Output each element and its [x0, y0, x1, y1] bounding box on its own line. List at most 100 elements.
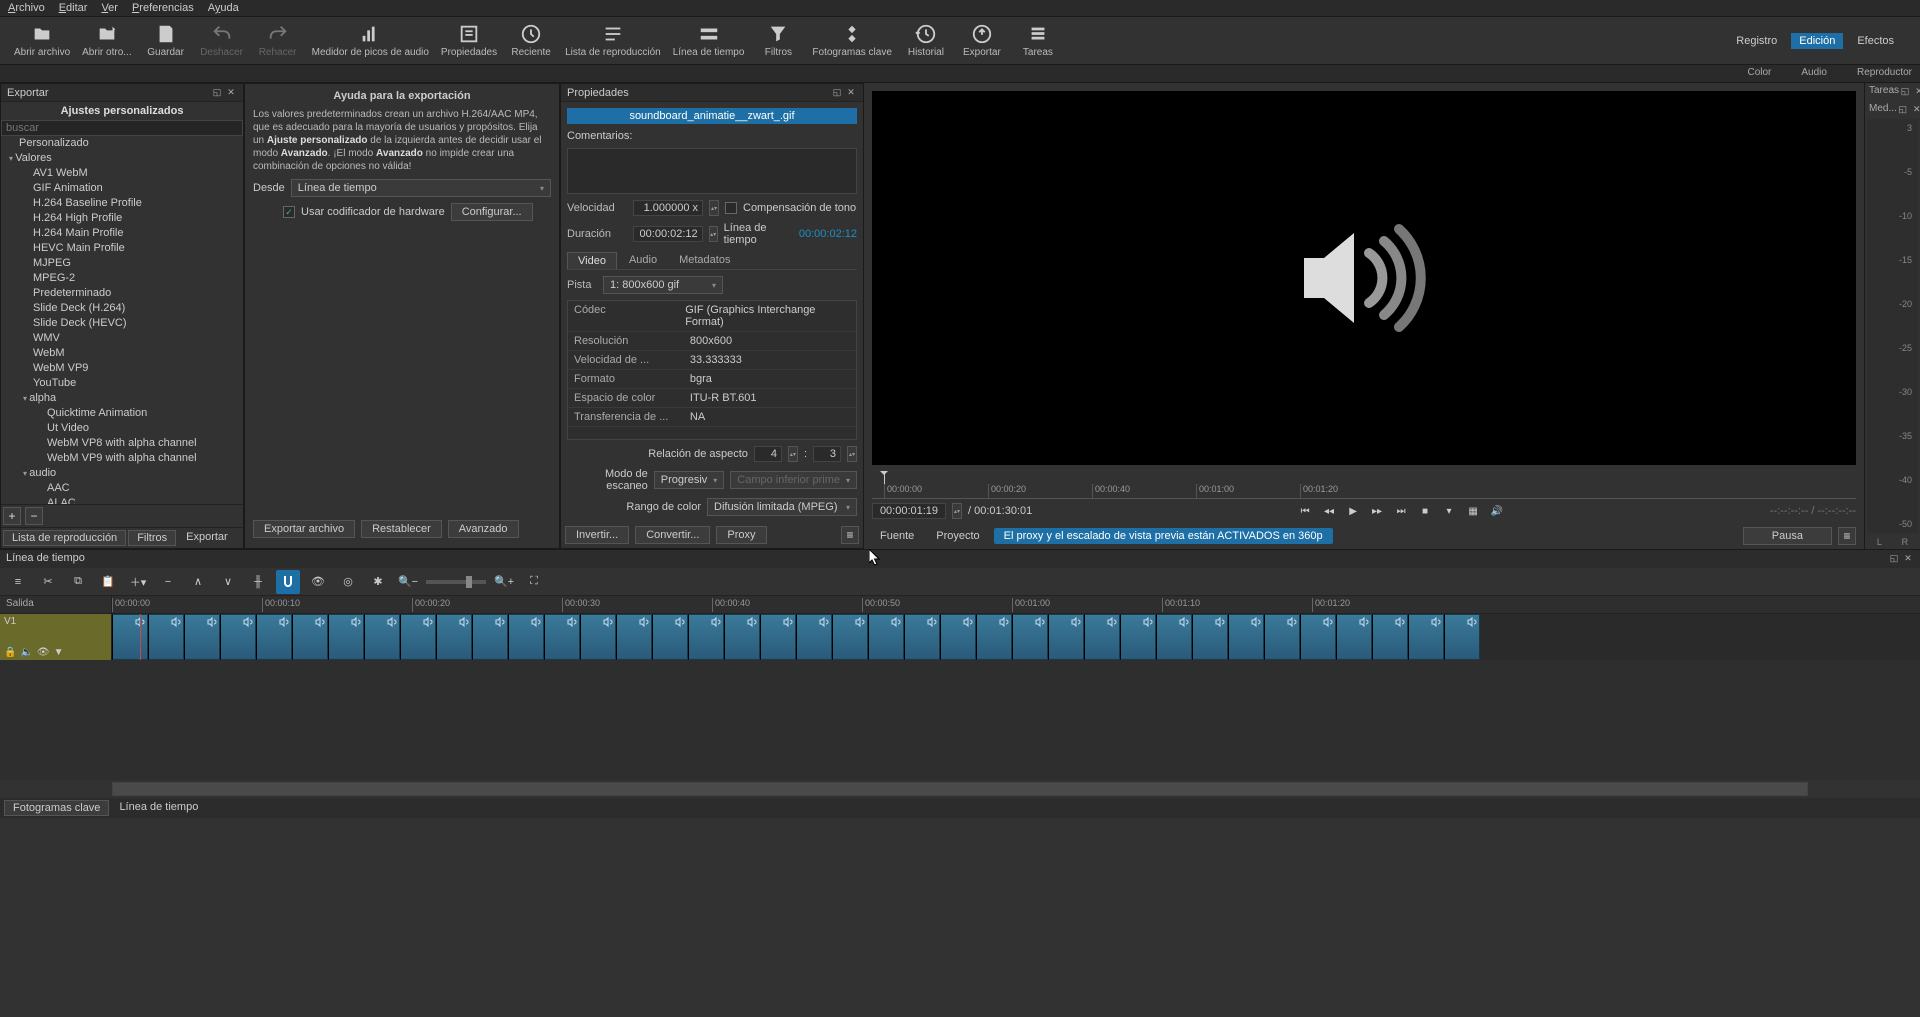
track-clips[interactable] — [112, 614, 1920, 660]
zoom-slider[interactable] — [426, 580, 486, 584]
preset-item[interactable]: HEVC Main Profile — [5, 241, 243, 256]
undock-icon[interactable]: ◱ — [1888, 552, 1900, 564]
redo-button[interactable]: Rehacer — [250, 21, 306, 60]
preset-item[interactable]: MJPEG — [5, 256, 243, 271]
clip[interactable] — [832, 614, 868, 660]
clip[interactable] — [1264, 614, 1300, 660]
scrub-button[interactable]: 👁 — [306, 570, 330, 594]
video-preview[interactable] — [872, 91, 1856, 465]
copy-button[interactable]: ⧉ — [66, 570, 90, 594]
hw-encoder-checkbox[interactable]: ✓ — [283, 206, 295, 218]
pitch-checkbox[interactable] — [725, 202, 737, 214]
preset-item[interactable]: ALAC — [5, 496, 243, 504]
menu-prefs[interactable]: Preferencias — [132, 2, 194, 14]
zoom-button[interactable]: ▾ — [1440, 503, 1458, 519]
tab-metadata[interactable]: Metadatos — [669, 252, 740, 269]
split-button[interactable]: ╫ — [246, 570, 270, 594]
keyframes-button[interactable]: Fotogramas clave — [806, 21, 897, 60]
clip[interactable] — [1012, 614, 1048, 660]
properties-button[interactable]: Propiedades — [435, 21, 503, 60]
clip[interactable] — [1048, 614, 1084, 660]
clip[interactable] — [1444, 614, 1480, 660]
zoom-out-button[interactable]: 🔍− — [396, 570, 420, 594]
tab-audio[interactable]: Audio — [619, 252, 667, 269]
from-dropdown[interactable]: Línea de tiempo — [291, 179, 551, 197]
clip[interactable] — [292, 614, 328, 660]
open-file-button[interactable]: Abrir archivo — [8, 21, 76, 60]
clip[interactable] — [436, 614, 472, 660]
pause-button[interactable]: Pausa — [1743, 527, 1832, 545]
preset-item[interactable]: WebM VP9 — [5, 361, 243, 376]
append-button[interactable]: ＋▾ — [126, 570, 150, 594]
add-preset-button[interactable]: + — [3, 507, 21, 525]
filter-icon[interactable]: ▼ — [54, 647, 64, 658]
zoom-fit-button[interactable]: ⛶ — [522, 570, 546, 594]
aspect-w-input[interactable]: 4 — [754, 446, 782, 462]
preset-item[interactable]: Slide Deck (H.264) — [5, 301, 243, 316]
clip[interactable] — [796, 614, 832, 660]
timecode-spinner[interactable]: ▴▾ — [952, 503, 962, 519]
preset-item[interactable]: WebM VP9 with alpha channel — [5, 451, 243, 466]
save-button[interactable]: Guardar — [138, 21, 194, 60]
close-icon[interactable]: ✕ — [845, 87, 857, 99]
clip[interactable] — [1336, 614, 1372, 660]
ripple-all-button[interactable]: ✱ — [366, 570, 390, 594]
preset-item[interactable]: WebM VP8 with alpha channel — [5, 436, 243, 451]
tab-keyframes-bottom[interactable]: Fotogramas clave — [4, 800, 109, 816]
preset-item[interactable]: AAC — [5, 481, 243, 496]
ripple-button[interactable]: ◎ — [336, 570, 360, 594]
timeline-scrollbar[interactable] — [112, 782, 1808, 796]
clip[interactable] — [1372, 614, 1408, 660]
clip[interactable] — [1228, 614, 1264, 660]
paste-button[interactable]: 📋 — [96, 570, 120, 594]
close-icon[interactable]: ✕ — [1913, 85, 1920, 97]
clip[interactable] — [400, 614, 436, 660]
clip[interactable] — [220, 614, 256, 660]
preset-item[interactable]: WMV — [5, 331, 243, 346]
preset-item[interactable]: Slide Deck (HEVC) — [5, 316, 243, 331]
clip[interactable] — [580, 614, 616, 660]
jobs-button[interactable]: Tareas — [1010, 21, 1066, 60]
preview-menu-button[interactable]: ≡ — [1838, 527, 1856, 545]
preset-cat-alpha[interactable]: alpha — [5, 391, 243, 406]
duration-input[interactable]: 00:00:02:12 — [633, 226, 703, 242]
tab-timeline-bottom[interactable]: Línea de tiempo — [111, 800, 206, 816]
menu-view[interactable]: Ver — [101, 2, 118, 14]
preset-item[interactable]: H.264 High Profile — [5, 211, 243, 226]
advanced-button[interactable]: Avanzado — [448, 520, 519, 538]
preset-item[interactable]: YouTube — [5, 376, 243, 391]
recent-button[interactable]: Reciente — [503, 21, 559, 60]
preset-search-input[interactable] — [1, 120, 243, 136]
clip[interactable] — [364, 614, 400, 660]
prev-frame-button[interactable]: ◂◂ — [1320, 503, 1338, 519]
stop-button[interactable]: ■ — [1416, 503, 1434, 519]
timeline-ruler[interactable]: 00:00:0000:00:1000:00:2000:00:3000:00:40… — [112, 596, 1920, 613]
skip-end-button[interactable]: ⏭ — [1392, 503, 1410, 519]
subtab-player[interactable]: Reproductor — [1857, 67, 1912, 80]
mute-icon[interactable]: 🔈 — [20, 647, 32, 658]
tab-export[interactable]: Exportar — [178, 530, 236, 546]
timeline-playhead[interactable] — [140, 614, 141, 660]
menu-edit[interactable]: Editar — [59, 2, 88, 14]
aspect-w-spinner[interactable]: ▴▾ — [788, 446, 798, 462]
preset-item[interactable]: Ut Video — [5, 421, 243, 436]
tab-playlist[interactable]: Lista de reproducción — [3, 530, 126, 546]
clip[interactable] — [112, 614, 148, 660]
clip[interactable] — [1084, 614, 1120, 660]
clip[interactable] — [940, 614, 976, 660]
clip[interactable] — [328, 614, 364, 660]
preset-item[interactable]: H.264 Main Profile — [5, 226, 243, 241]
next-frame-button[interactable]: ▸▸ — [1368, 503, 1386, 519]
clip[interactable] — [760, 614, 796, 660]
scan-dropdown[interactable]: Progresiv — [654, 471, 724, 489]
speed-input[interactable]: 1.000000 x — [633, 200, 703, 216]
timeline-button[interactable]: Línea de tiempo — [667, 21, 751, 60]
proxy-button[interactable]: Proxy — [716, 526, 766, 544]
invert-button[interactable]: Invertir... — [565, 526, 629, 544]
tl-menu-button[interactable]: ≡ — [6, 570, 30, 594]
preview-ruler[interactable]: 00:00:0000:00:2000:00:4000:01:0000:01:20 — [872, 473, 1856, 499]
close-icon[interactable]: ✕ — [1911, 103, 1920, 115]
preset-item[interactable]: MPEG-2 — [5, 271, 243, 286]
clip[interactable] — [688, 614, 724, 660]
snap-button[interactable] — [276, 570, 300, 594]
